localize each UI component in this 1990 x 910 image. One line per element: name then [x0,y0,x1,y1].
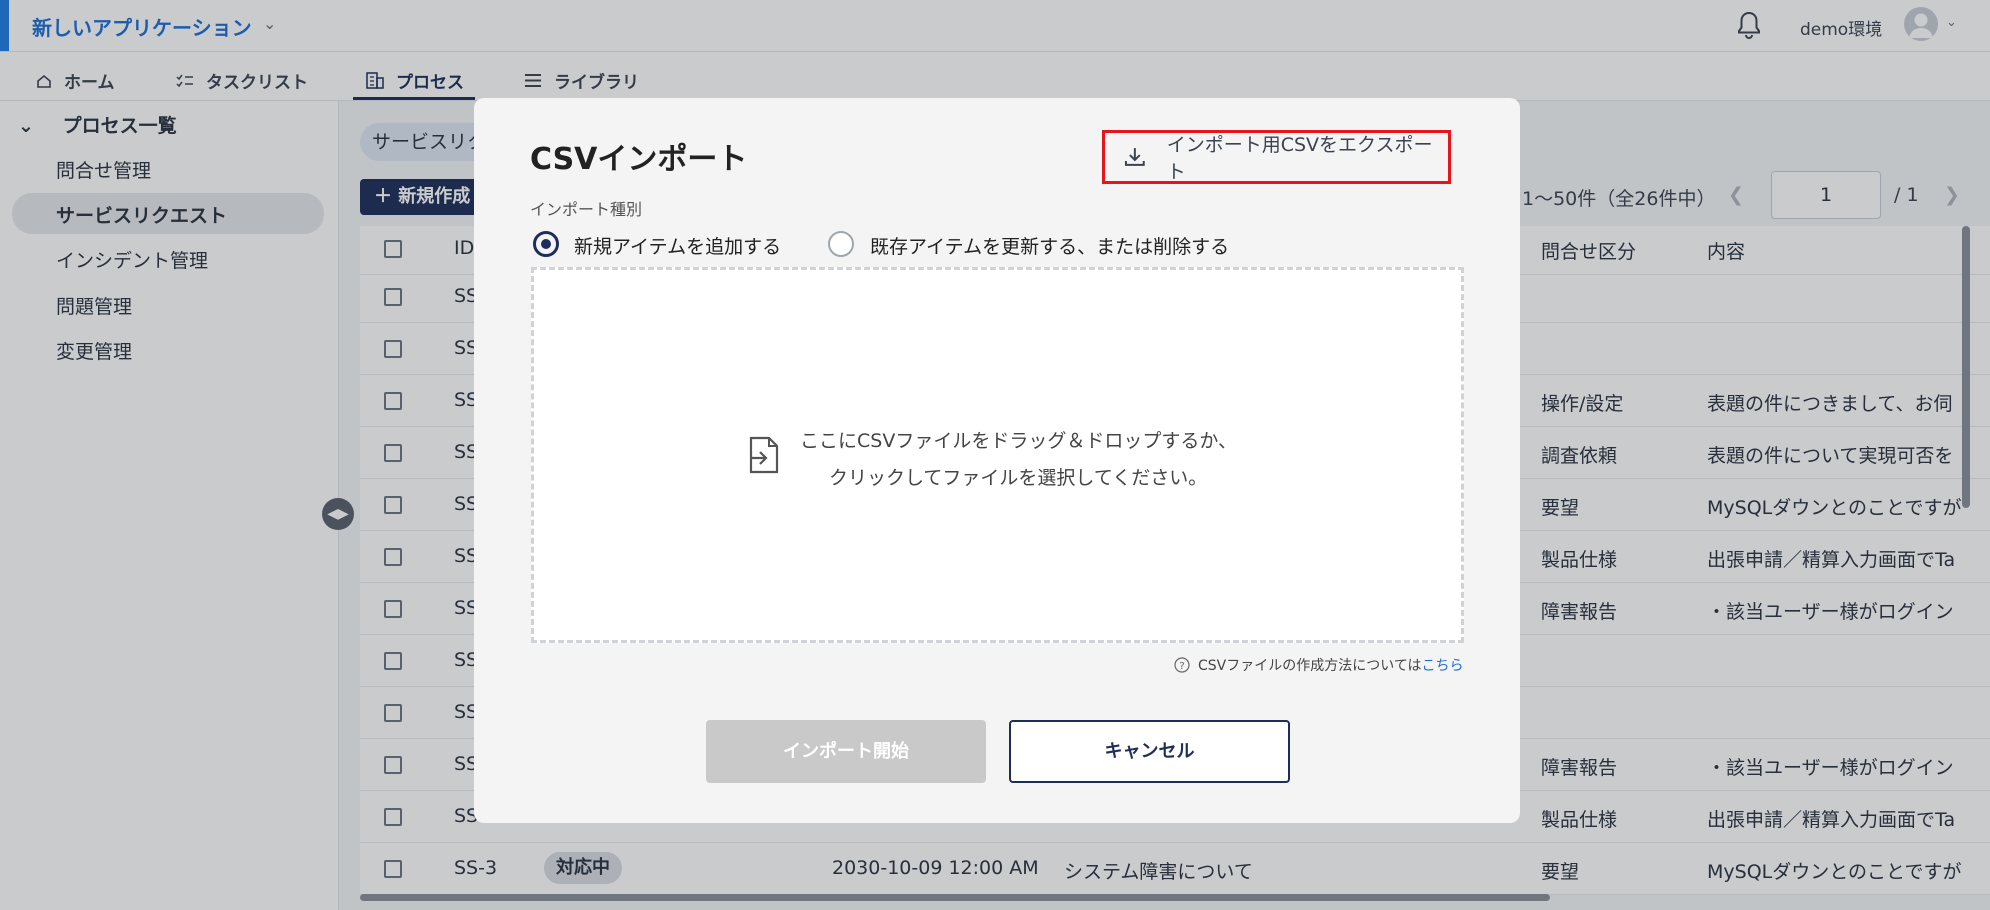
radio-add-new-label[interactable]: 新規アイテムを追加する [574,232,781,259]
cancel-button[interactable]: キャンセル [1009,720,1290,783]
file-import-icon [748,436,780,478]
download-icon [1124,148,1145,166]
export-csv-button[interactable]: インポート用CSVをエクスポート [1102,130,1451,184]
radio-add-new[interactable] [533,231,559,257]
csv-help-link[interactable]: こちら [1422,658,1464,674]
svg-text:?: ? [1179,661,1184,672]
drop-instruction-line2: クリックしてファイルを選択してください。 [829,467,1208,489]
export-csv-label: インポート用CSVをエクスポート [1166,134,1433,183]
radio-update-delete-label[interactable]: 既存アイテムを更新する、または削除する [870,232,1229,259]
help-icon: ? [1174,657,1190,673]
radio-update-delete[interactable] [828,231,854,257]
dialog-title: CSVインポート [530,142,748,177]
csv-help: ? CSVファイルの作成方法についてはこちら [1174,655,1464,675]
import-type-label: インポート種別 [530,200,643,219]
start-import-button[interactable]: インポート開始 [706,720,986,783]
drop-instruction-line1: ここにCSVファイルをドラッグ＆ドロップするか、 [800,430,1237,452]
file-drop-zone[interactable] [531,267,1464,643]
csv-help-text: CSVファイルの作成方法については [1198,658,1422,674]
